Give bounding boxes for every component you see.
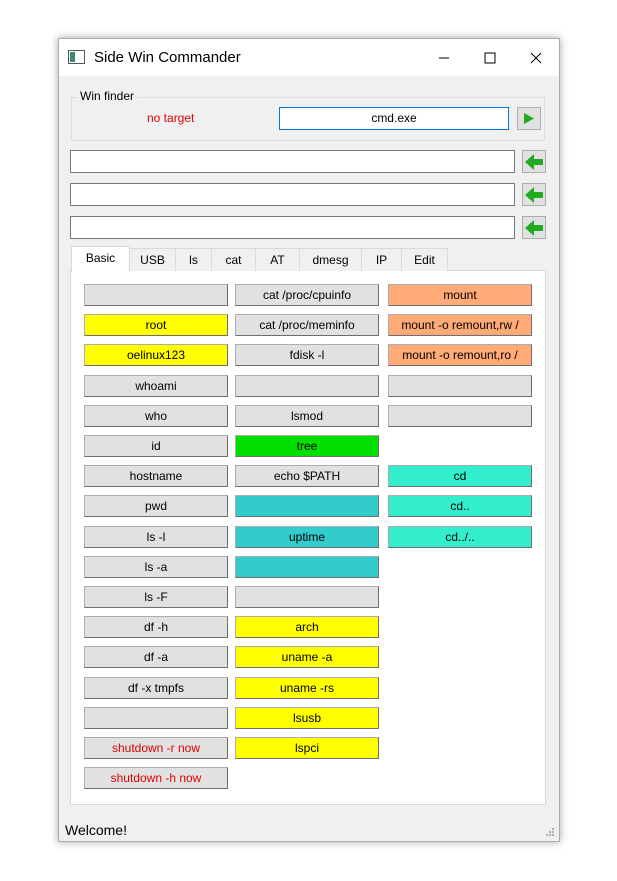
win-finder-title: Win finder [77, 89, 138, 103]
maximize-button[interactable] [467, 39, 513, 76]
cmd-button-cd[interactable]: cd../.. [388, 525, 532, 548]
cmd-button-shutdown-h-now[interactable]: shutdown -h now [84, 767, 228, 790]
cmd-button-empty-col1-0[interactable] [84, 284, 228, 306]
target-status: no target [147, 111, 195, 125]
arrow-left-icon [525, 186, 543, 203]
send-command-3-button[interactable] [522, 216, 546, 239]
cmd-button-pwd[interactable]: pwd [84, 495, 228, 518]
tab-ip[interactable]: IP [361, 248, 402, 271]
cmd-button-df-h[interactable]: df -h [84, 616, 228, 639]
maximize-icon [484, 52, 496, 63]
tab-usb[interactable]: USB [129, 248, 176, 271]
tab-cat[interactable]: cat [211, 248, 256, 271]
resize-grip-icon[interactable] [545, 827, 555, 837]
cmd-button-cat-proc-cpuinfo[interactable]: cat /proc/cpuinfo [235, 284, 379, 306]
window-title: Side Win Commander [94, 49, 241, 66]
cmd-button-oelinux123[interactable]: oelinux123 [84, 344, 228, 367]
cmd-button-shutdown-r-now[interactable]: shutdown -r now [84, 737, 228, 759]
cmd-button-df-x-tmpfs[interactable]: df -x tmpfs [84, 676, 228, 699]
cmd-button-uname-rs[interactable]: uname -rs [235, 676, 379, 699]
cmd-button-empty-col2-3[interactable] [235, 374, 379, 397]
cmd-button-ls-l[interactable]: ls -l [84, 525, 228, 548]
minimize-icon [439, 57, 449, 58]
cmd-button-empty-col2-7[interactable] [235, 495, 379, 518]
tab-at[interactable]: AT [255, 248, 300, 271]
close-icon [530, 52, 542, 63]
cmd-button-lspci[interactable]: lspci [235, 737, 379, 759]
status-bar-text: Welcome! [65, 822, 127, 838]
cmd-button-empty-col3-3[interactable] [388, 374, 532, 397]
cmd-button-cat-proc-meminfo[interactable]: cat /proc/meminfo [235, 314, 379, 337]
cmd-button-empty-col1-14[interactable] [84, 706, 228, 729]
cmd-button-who[interactable]: who [84, 404, 228, 427]
cmd-button-df-a[interactable]: df -a [84, 646, 228, 669]
tab-panel-basic: root oelinux123 whoami who id hostname pwd ls -… [70, 270, 546, 805]
cmd-button-arch[interactable]: arch [235, 616, 379, 639]
command-field-1[interactable] [70, 150, 515, 173]
command-field-2[interactable] [70, 183, 515, 206]
tab-basic[interactable]: Basic [71, 246, 130, 272]
close-button[interactable] [513, 39, 559, 76]
cmd-button-root[interactable]: root [84, 314, 228, 337]
cmd-button-tree[interactable]: tree [235, 435, 379, 457]
cmd-button-hostname[interactable]: hostname [84, 465, 228, 488]
cmd-button-empty-col3-4[interactable] [388, 404, 532, 427]
play-icon [524, 113, 534, 124]
app-window: Side Win Commander Win finder no target … [58, 38, 560, 842]
cmd-button-ls-a[interactable]: ls -a [84, 555, 228, 578]
app-icon [68, 50, 85, 64]
cmd-button-cd[interactable]: cd [388, 465, 532, 488]
tab-ls[interactable]: ls [175, 248, 212, 271]
target-window-input[interactable]: cmd.exe [279, 107, 509, 130]
cmd-button-cd[interactable]: cd.. [388, 495, 532, 518]
cmd-button-empty-col2-9[interactable] [235, 555, 379, 578]
cmd-button-lsusb[interactable]: lsusb [235, 706, 379, 729]
cmd-button-fdisk-l[interactable]: fdisk -l [235, 344, 379, 367]
cmd-button-mount-o-remount-rw[interactable]: mount -o remount,rw / [388, 314, 532, 337]
cmd-button-whoami[interactable]: whoami [84, 374, 228, 397]
cmd-button-uptime[interactable]: uptime [235, 525, 379, 548]
arrow-left-icon [525, 219, 543, 236]
command-field-3[interactable] [70, 216, 515, 239]
send-command-2-button[interactable] [522, 183, 546, 206]
find-window-button[interactable] [517, 107, 541, 130]
cmd-button-lsmod[interactable]: lsmod [235, 404, 379, 427]
cmd-button-empty-col2-10[interactable] [235, 586, 379, 608]
cmd-button-mount[interactable]: mount [388, 284, 532, 306]
cmd-button-echo-path[interactable]: echo $PATH [235, 465, 379, 488]
cmd-button-ls-f[interactable]: ls -F [84, 586, 228, 608]
tab-dmesg[interactable]: dmesg [299, 248, 362, 271]
arrow-left-icon [525, 153, 543, 170]
cmd-button-uname-a[interactable]: uname -a [235, 646, 379, 669]
tab-edit[interactable]: Edit [401, 248, 448, 271]
minimize-button[interactable] [421, 39, 467, 76]
cmd-button-mount-o-remount-ro[interactable]: mount -o remount,ro / [388, 344, 532, 367]
cmd-button-id[interactable]: id [84, 435, 228, 457]
send-command-1-button[interactable] [522, 150, 546, 173]
title-bar[interactable]: Side Win Commander [59, 39, 559, 76]
